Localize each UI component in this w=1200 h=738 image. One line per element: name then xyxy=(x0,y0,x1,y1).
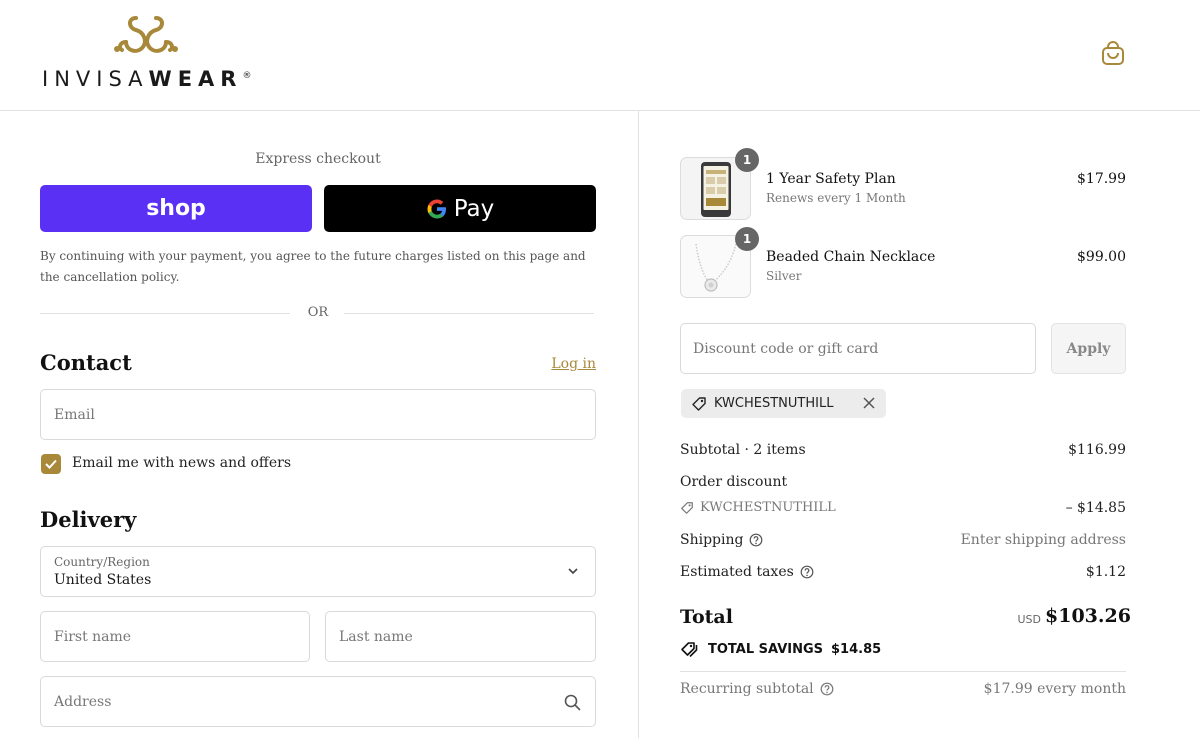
item-name: Beaded Chain Necklace xyxy=(766,249,936,265)
recurring-subtotal-value: $17.99 every month xyxy=(983,681,1126,697)
newsletter-label: Email me with news and offers xyxy=(72,455,292,471)
order-discount-code: KWCHESTNUTHILL xyxy=(680,500,836,515)
item-subtitle: Renews every 1 Month xyxy=(766,191,906,205)
recurring-subtotal-label: Recurring subtotal xyxy=(680,681,834,697)
discount-code-input[interactable] xyxy=(693,340,1035,357)
savings-value: $14.85 xyxy=(831,641,882,657)
consent-text: By continuing with your payment, you agr… xyxy=(40,249,586,284)
taxes-label: Estimated taxes xyxy=(680,564,814,580)
brand-logo[interactable]: INVISAWEAR® xyxy=(42,14,272,94)
subtotal-label: Subtotal · 2 items xyxy=(680,442,806,458)
brand-wordmark: INVISAWEAR® xyxy=(42,67,252,91)
country-label: Country/Region xyxy=(54,555,150,569)
google-pay-button[interactable]: Pay xyxy=(324,185,596,232)
express-checkout-title: Express checkout xyxy=(255,151,381,167)
savings-label: TOTAL SAVINGS xyxy=(708,641,824,657)
country-select[interactable]: Country/Region United States xyxy=(40,546,596,597)
country-value: United States xyxy=(54,572,152,588)
summary-divider xyxy=(680,671,1126,672)
item-subtitle: Silver xyxy=(766,269,802,283)
total-currency: USD xyxy=(1017,613,1041,626)
first-name-input[interactable] xyxy=(54,628,309,645)
total-savings: TOTAL SAVINGS $14.85 xyxy=(680,641,881,657)
contact-heading: Contact xyxy=(40,350,132,375)
shopping-bag-icon[interactable] xyxy=(1100,40,1126,66)
address-input[interactable] xyxy=(54,693,595,710)
quantity-badge: 1 xyxy=(735,148,759,172)
shipping-label: Shipping xyxy=(680,532,763,548)
search-icon[interactable] xyxy=(564,694,581,711)
applied-code-text: KWCHESTNUTHILL xyxy=(714,396,834,411)
subtotal-value: $116.99 xyxy=(1068,442,1126,458)
or-separator: OR xyxy=(40,305,596,323)
last-name-field[interactable] xyxy=(325,611,596,662)
applied-discount-chip: KWCHESTNUTHILL xyxy=(681,389,886,418)
column-divider xyxy=(638,111,639,738)
shipping-value: Enter shipping address xyxy=(960,532,1126,548)
first-name-field[interactable] xyxy=(40,611,310,662)
tag-icon xyxy=(681,501,693,514)
tag-icon xyxy=(692,396,706,411)
recurring-label-text: Recurring subtotal xyxy=(680,681,814,697)
chevron-down-icon xyxy=(568,568,578,575)
total-label: Total xyxy=(680,606,733,628)
order-discount-code-text: KWCHESTNUTHILL xyxy=(700,500,836,515)
google-g-icon xyxy=(427,199,446,218)
shipping-label-text: Shipping xyxy=(680,532,744,548)
site-header: INVISAWEAR® xyxy=(0,0,1200,111)
taxes-label-text: Estimated taxes xyxy=(680,564,794,580)
brand-knot-icon xyxy=(114,16,178,53)
or-text: OR xyxy=(307,305,329,320)
last-name-input[interactable] xyxy=(339,628,595,645)
shop-pay-button[interactable]: shop xyxy=(40,185,312,232)
delivery-heading: Delivery xyxy=(40,507,137,532)
quantity-badge: 1 xyxy=(735,227,759,251)
help-circle-icon[interactable] xyxy=(749,533,763,547)
apply-discount-button[interactable]: Apply xyxy=(1051,323,1126,374)
item-name: 1 Year Safety Plan xyxy=(766,171,896,187)
help-circle-icon[interactable] xyxy=(820,682,834,696)
google-pay-label: Pay xyxy=(453,195,495,222)
login-link[interactable]: Log in xyxy=(540,356,596,372)
help-circle-icon[interactable] xyxy=(800,565,814,579)
shop-pay-label: shop xyxy=(146,196,206,221)
email-field[interactable] xyxy=(40,389,596,440)
tags-icon xyxy=(681,642,698,657)
order-discount-value: – $14.85 xyxy=(1065,500,1126,516)
item-price: $17.99 xyxy=(1077,171,1126,187)
discount-code-field[interactable] xyxy=(680,323,1036,374)
item-price: $99.00 xyxy=(1077,249,1126,265)
newsletter-checkbox[interactable] xyxy=(41,454,61,474)
taxes-value: $1.12 xyxy=(1085,564,1126,580)
address-field[interactable] xyxy=(40,676,596,727)
remove-discount-close-icon[interactable] xyxy=(862,396,876,410)
order-discount-label: Order discount xyxy=(680,474,788,490)
total-value: $103.26 xyxy=(1045,605,1131,627)
email-input[interactable] xyxy=(54,406,595,423)
check-icon xyxy=(45,459,57,469)
